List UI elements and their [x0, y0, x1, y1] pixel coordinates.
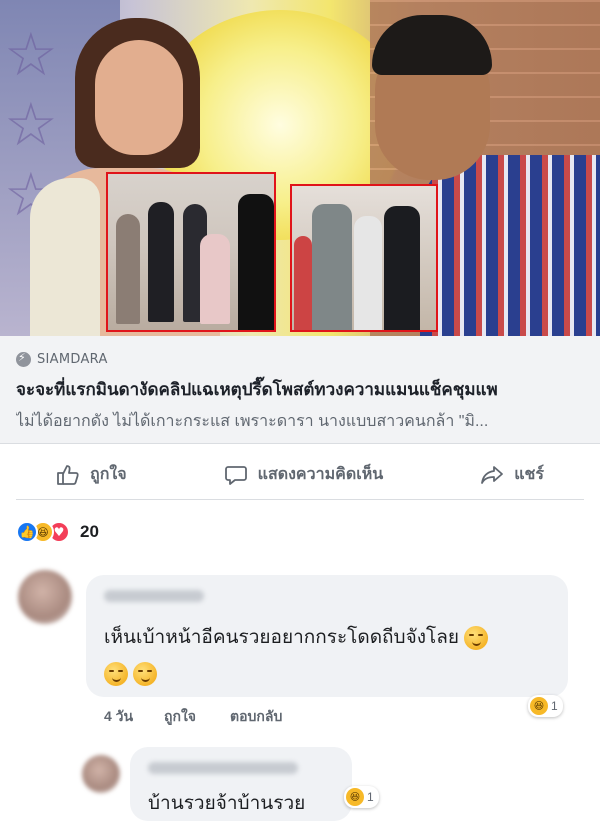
comment-reaction-badge[interactable]: 😆 1	[528, 695, 563, 717]
smirk-emoji-icon	[104, 661, 128, 686]
link-source: SIAMDARA	[16, 350, 584, 368]
haha-reaction-icon: 😆	[530, 697, 548, 715]
link-headline[interactable]: จะจะที่แรกมินดางัดคลิปแฉเหตุปรี๊ดโพสต์ทว…	[16, 376, 584, 403]
reaction-count: 20	[80, 522, 99, 541]
action-bar: ถูกใจ แสดงความคิดเห็น แชร์	[16, 450, 584, 500]
like-reaction-icon: 👍	[16, 521, 38, 543]
thumbs-up-icon	[57, 464, 79, 485]
avatar[interactable]	[82, 755, 120, 793]
comment-icon	[224, 465, 247, 485]
video-inset-left	[106, 172, 276, 332]
lightning-icon	[16, 351, 31, 367]
post-image[interactable]: ☆ ☆ ☆	[0, 0, 600, 336]
comment-reaction-count: 1	[551, 699, 558, 713]
haha-reaction-icon: 😆	[346, 788, 364, 806]
reply-reaction-count: 1	[367, 790, 374, 804]
like-label: ถูกใจ	[90, 466, 127, 483]
link-description: ไม่ได้อยากดัง ไม่ได้เกาะกระแส เพราะดารา …	[16, 413, 489, 430]
comment-time[interactable]: 4 วัน	[104, 706, 133, 728]
reply-text: บ้านรวยจ้าบ้านรวย	[148, 793, 306, 814]
smirk-emoji-icon	[464, 625, 489, 650]
share-icon	[481, 465, 504, 484]
comment-button[interactable]: แสดงความคิดเห็น	[224, 462, 384, 487]
comment-text: เห็นเบ้าหน้าอีคนรวยอยากกระโดดถีบจังโลย	[104, 620, 554, 692]
comment-reply-link[interactable]: ตอบกลับ	[230, 706, 282, 728]
share-button[interactable]: แชร์	[480, 462, 544, 487]
smirk-emoji-icon	[133, 661, 158, 686]
share-label: แชร์	[514, 466, 544, 483]
link-preview[interactable]: SIAMDARA จะจะที่แรกมินดางัดคลิปแฉเหตุปรี…	[0, 336, 600, 444]
commenter-name[interactable]	[148, 762, 298, 774]
reply-reaction-badge[interactable]: 😆 1	[344, 786, 379, 808]
like-button[interactable]: ถูกใจ	[56, 462, 127, 487]
video-inset-right	[290, 184, 438, 332]
reactions-summary[interactable]: 👍 😆 ♥ 20	[16, 518, 99, 546]
comment-label: แสดงความคิดเห็น	[257, 466, 384, 483]
comment-like-link[interactable]: ถูกใจ	[164, 706, 196, 728]
commenter-name[interactable]	[104, 590, 204, 602]
avatar[interactable]	[18, 570, 72, 624]
source-name: SIAMDARA	[37, 351, 108, 367]
